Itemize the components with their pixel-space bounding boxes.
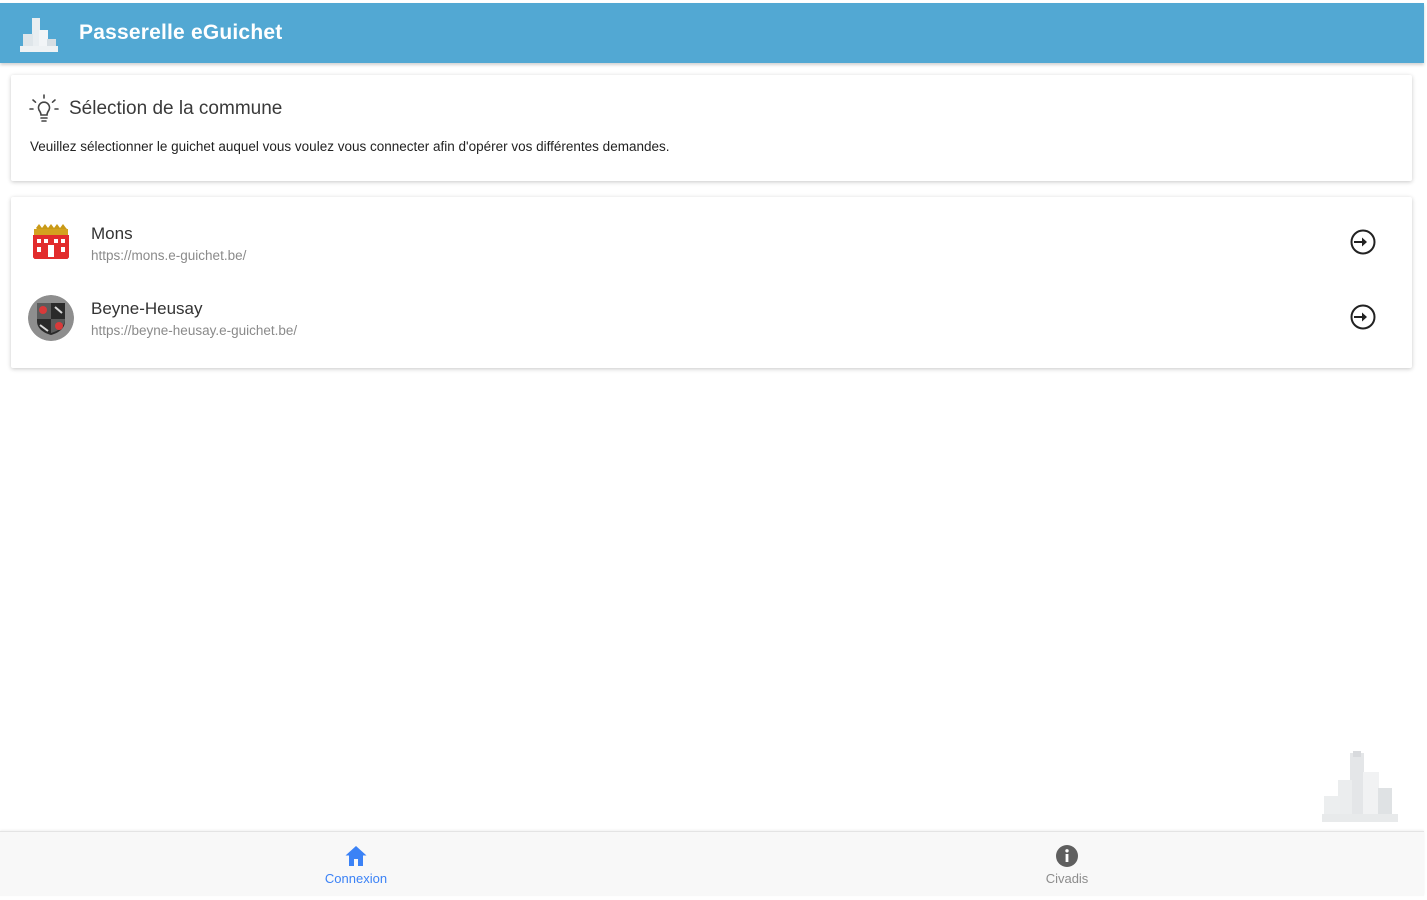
bottom-tab-bar: Connexion Civadis [0,831,1424,896]
home-icon [345,845,367,866]
tab-civadis[interactable]: Civadis [967,832,1167,896]
mons-coat-of-arms-icon [28,220,74,266]
commune-item-mons[interactable]: Mons https://mons.e-guichet.be/ [11,208,1412,278]
login-arrow-icon [1350,229,1376,255]
selection-info-card: Sélection de la commune Veuillez sélecti… [11,75,1412,181]
app-header: Passerelle eGuichet [0,3,1424,63]
commune-name: Beyne-Heusay [91,298,203,318]
selection-title: Sélection de la commune [69,98,283,119]
city-buildings-watermark-icon [1322,751,1398,822]
commune-list: Mons https://mons.e-guichet.be/ Beyne-He… [11,197,1412,368]
commune-item-beyne-heusay[interactable]: Beyne-Heusay https://beyne-heusay.e-guic… [11,283,1412,353]
commune-name: Mons [91,223,133,243]
login-button-mons[interactable] [1347,226,1379,258]
beyne-heusay-coat-of-arms-icon [28,295,74,341]
lightbulb-icon [29,94,59,122]
tab-label: Connexion [324,870,388,886]
app-title: Passerelle eGuichet [79,21,283,44]
info-icon [1056,844,1078,867]
app-root: Passerelle eGuichet Sélection de la comm… [0,0,1427,900]
commune-text-beyne-heusay: Beyne-Heusay https://beyne-heusay.e-guic… [91,299,297,338]
tab-connexion[interactable]: Connexion [256,832,456,896]
commune-url: https://mons.e-guichet.be/ [91,247,247,263]
login-button-beyne-heusay[interactable] [1347,301,1379,333]
commune-url: https://beyne-heusay.e-guichet.be/ [91,322,298,338]
login-arrow-icon [1350,304,1376,330]
tab-label: Civadis [1045,870,1089,886]
commune-text-mons: Mons https://mons.e-guichet.be/ [91,224,246,263]
city-buildings-logo-icon [20,18,58,52]
selection-info-header: Sélection de la commune [11,75,1412,125]
selection-description: Veuillez sélectionner le guichet auquel … [30,139,670,154]
